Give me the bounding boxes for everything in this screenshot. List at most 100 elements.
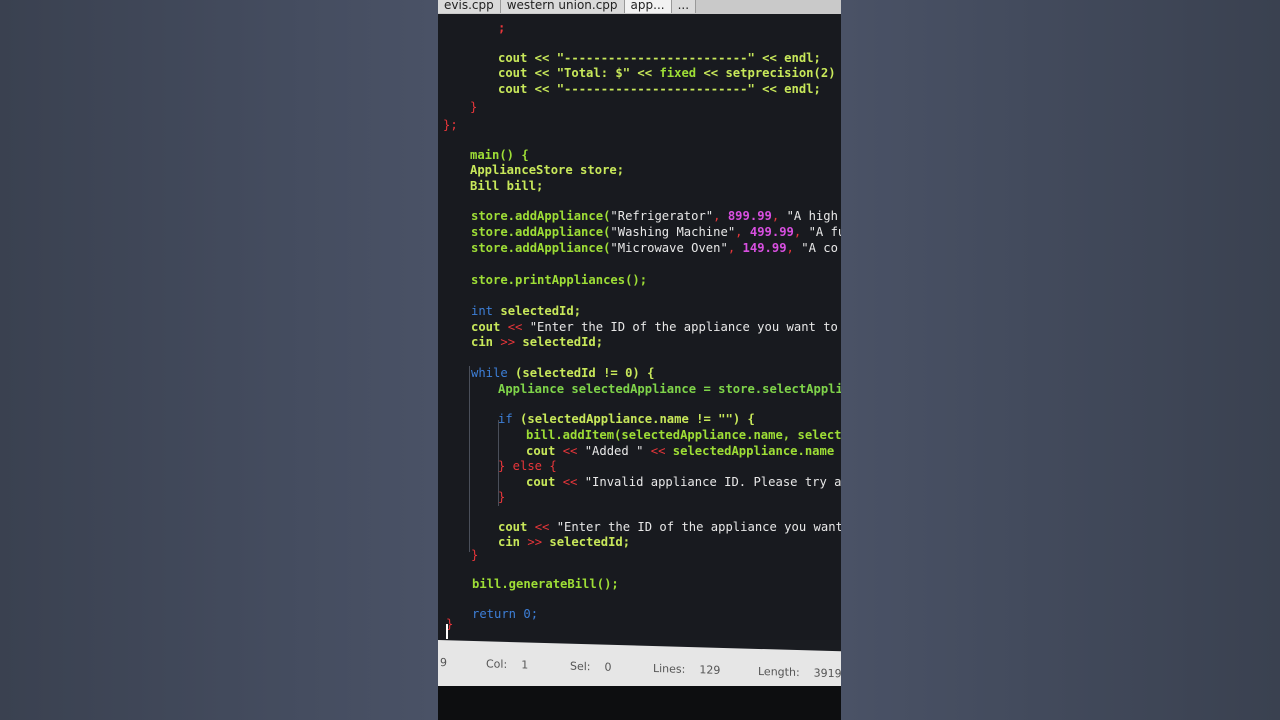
code-line: bill.generateBill(); (472, 577, 619, 592)
tab-active-file[interactable]: app... (624, 0, 672, 13)
code-text: Appliance selectedAppliance = store.sele… (498, 382, 841, 396)
code-text: selectedId; (500, 304, 582, 318)
code-line: store.printAppliances(); (471, 273, 647, 288)
code-text: return (472, 607, 517, 621)
status-lines: Lines: 129 (653, 662, 720, 677)
code-text: selectedAppliance.name (672, 444, 835, 458)
code-text: }; (443, 118, 458, 132)
code-editor[interactable]: ; cout << "-------------------------" <<… (438, 14, 841, 640)
code-line: } (470, 100, 477, 115)
status-col-label: Col: (486, 657, 508, 671)
background-left (0, 0, 438, 720)
tab-label: evis.cpp (444, 0, 494, 12)
status-sel-label: Sel: (570, 659, 591, 674)
code-text: "Microwave Oven" (610, 241, 728, 255)
code-text: 899.99 (727, 209, 772, 223)
code-line: store.addAppliance("Washing Machine", 49… (471, 225, 841, 240)
code-text: "Washing Machine" (610, 225, 736, 239)
code-line: cout << "Invalid appliance ID. Please tr… (526, 475, 841, 490)
code-line: } (498, 490, 505, 505)
indent-guide (469, 366, 470, 552)
code-text: (selectedAppliance.name != "") { (520, 412, 755, 426)
code-text: Bill bill; (470, 179, 544, 193)
status-sel-value: 0 (604, 660, 612, 674)
code-line: cin >> selectedId; (498, 535, 631, 549)
code-text: 0; (523, 607, 539, 621)
code-line: ApplianceStore store; (470, 163, 624, 178)
code-line: ; (498, 21, 506, 35)
code-text: "Enter the ID of the appliance you want … (529, 320, 838, 334)
code-text: bill.addItem(selectedAppliance.name, sel… (526, 428, 841, 442)
tab-evis-cpp[interactable]: evis.cpp (438, 0, 501, 13)
status-length-value: 3919 (813, 666, 842, 681)
text-cursor (446, 624, 448, 639)
code-text: store.printAppliances(); (471, 273, 648, 287)
code-text: 149.99 (742, 241, 787, 255)
editor-window: evis.cpp western union.cpp app... ... ; … (438, 0, 841, 720)
code-text: << setprecision(2) (696, 66, 836, 80)
code-text: main() { (470, 148, 529, 162)
code-text: } (471, 548, 479, 562)
code-text: (selectedId != 0) { (515, 366, 655, 380)
status-length: Length: 3919 (758, 665, 842, 680)
code-text: ApplianceStore store; (470, 163, 625, 177)
code-text: store.addAppliance( (471, 241, 611, 255)
code-line: store.addAppliance("Refrigerator", 899.9… (471, 209, 838, 223)
code-line: Bill bill; (470, 179, 543, 194)
status-length-label: Length: (758, 664, 800, 680)
code-line: Appliance selectedAppliance = store.sele… (498, 382, 841, 397)
code-line: cout << "-------------------------" << e… (498, 82, 821, 97)
monitor-bezel (438, 686, 841, 720)
code-text: selectedId; (522, 335, 604, 349)
code-line: main() { (470, 148, 529, 163)
code-text: int (471, 304, 494, 318)
code-text: "Refrigerator" (610, 209, 714, 223)
code-text: store.addAppliance( (471, 209, 611, 223)
tab-label: western union.cpp (506, 0, 618, 12)
code-text: cout << "-------------------------" << e… (498, 51, 821, 65)
status-line: 9 (440, 656, 447, 669)
code-line: } else { (498, 459, 557, 474)
code-line: if (selectedAppliance.name != "") { (498, 412, 755, 427)
code-line: cout << "Added " << selectedAppliance.na… (526, 444, 835, 458)
tab-more[interactable]: ... (671, 0, 697, 13)
code-text: "Enter the ID of the appliance you want (556, 520, 841, 534)
code-text: cout << "-------------------------" << e… (498, 82, 821, 96)
code-text: cout << "Total: $" << (498, 66, 660, 80)
code-line: cout << "-------------------------" << e… (498, 51, 821, 66)
code-line: } (471, 548, 478, 563)
code-text: bill.generateBill(); (472, 577, 619, 591)
code-text: selectedId; (549, 535, 631, 549)
code-text: store.addAppliance( (471, 225, 611, 239)
tab-label: ... (677, 0, 690, 12)
code-line: return 0; (472, 607, 538, 622)
status-col: Col: 1 (486, 657, 528, 671)
code-text: while (471, 366, 508, 380)
code-line: while (selectedId != 0) { (471, 366, 654, 381)
code-text: } (470, 100, 478, 114)
code-line: cout << "Total: $" << fixed << setprecis… (498, 66, 836, 81)
code-line: bill.addItem(selectedAppliance.name, sel… (526, 428, 841, 443)
code-text: "A high (786, 209, 838, 223)
status-lines-label: Lines: (653, 662, 686, 676)
code-text: fixed (659, 66, 697, 80)
background-right (841, 0, 1280, 720)
code-text: "A fu (808, 225, 841, 239)
code-line: cout << "Enter the ID of the appliance y… (498, 520, 841, 534)
status-line-value: 9 (440, 656, 447, 670)
code-text: "A co (801, 241, 838, 255)
code-line: store.addAppliance("Microwave Oven", 149… (471, 241, 838, 255)
code-line: cout << "Enter the ID of the appliance y… (471, 320, 838, 334)
code-text: "Added " (584, 444, 644, 458)
code-line: cin >> selectedId; (471, 335, 604, 349)
tab-western-union-cpp[interactable]: western union.cpp (500, 0, 625, 13)
code-text: } (498, 490, 506, 504)
status-col-value: 1 (521, 658, 529, 672)
code-line: }; (443, 118, 458, 133)
status-lines-value: 129 (699, 663, 721, 677)
status-sel: Sel: 0 (570, 660, 612, 674)
code-text: if (498, 412, 513, 426)
code-text: 499.99 (749, 225, 794, 239)
code-text: "Invalid appliance ID. Please try ag (584, 475, 841, 489)
code-line: int selectedId; (471, 304, 581, 319)
